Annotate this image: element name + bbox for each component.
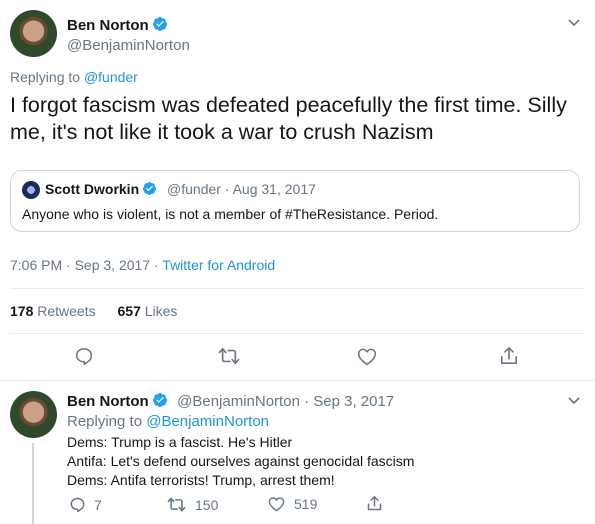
reply-text-line: Dems: Trump is a fascist. He's Hitler: [67, 434, 293, 450]
retweets-stat[interactable]: 178 Retweets: [10, 303, 100, 319]
retweet-icon: [167, 497, 186, 512]
likes-stat[interactable]: 657 Likes: [118, 303, 178, 319]
divider: [10, 288, 585, 289]
reply-author-name[interactable]: Ben Norton: [67, 393, 149, 410]
reply-like-button[interactable]: 519: [268, 496, 317, 512]
replying-to-link[interactable]: @BenjaminNorton: [146, 413, 269, 430]
reply-retweet-button[interactable]: 150: [167, 496, 218, 513]
verified-badge-icon: [143, 181, 157, 196]
tweet-stats: 178 Retweets 657 Likes: [10, 303, 177, 319]
like-heart-icon[interactable]: [357, 347, 377, 366]
reply-reply-button[interactable]: 7: [69, 496, 102, 513]
source-separator: ·: [153, 257, 159, 273]
quoted-meta: @funder · Aug 31, 2017: [167, 181, 316, 197]
replying-to: Replying to @funder: [10, 69, 138, 85]
share-icon[interactable]: [500, 346, 518, 366]
quoted-author-name: Scott Dworkin: [45, 181, 140, 197]
tweet-source[interactable]: Twitter for Android: [162, 257, 275, 273]
likes-count: 657: [117, 303, 141, 319]
tweet-text: I forgot fascism was defeated peacefully…: [10, 92, 567, 146]
reply-meta: @BenjaminNorton · Sep 3, 2017: [177, 393, 395, 410]
quoted-text: Anyone who is violent, is not a member o…: [22, 206, 439, 222]
quoted-header: Scott Dworkin @funder · Aug 31, 2017: [45, 181, 316, 197]
timestamp-line: 7:06 PM · Sep 3, 2017 · Twitter for Andr…: [10, 257, 275, 273]
verified-badge-icon: [152, 17, 167, 31]
reply-icon[interactable]: [74, 346, 94, 366]
replying-to-link[interactable]: @funder: [84, 69, 138, 85]
retweet-count: 150: [195, 496, 219, 513]
author-handle[interactable]: @BenjaminNorton: [67, 37, 190, 54]
like-count: 519: [294, 496, 318, 512]
divider: [10, 333, 585, 334]
reply-header: Ben Norton @BenjaminNorton · Sep 3, 2017: [67, 392, 394, 411]
reply-text-line: Dems: Antifa terrorists! Trump, arrest t…: [67, 472, 335, 488]
share-icon[interactable]: [367, 495, 382, 512]
reply-count: 7: [94, 496, 102, 513]
reply-thread-line: [32, 443, 34, 524]
chevron-down-icon[interactable]: [567, 393, 581, 407]
retweets-count: 178: [10, 303, 34, 319]
replying-prefix: Replying to: [10, 69, 81, 85]
like-heart-icon: [268, 497, 285, 512]
reply-text: Dems: Trump is a fascist. He's Hitler An…: [67, 433, 414, 490]
reply-text-line: Antifa: Let's defend ourselves against g…: [67, 453, 415, 469]
tweet-text-line: me, it's not like it took a war to crush…: [10, 120, 434, 144]
tweet-timestamp[interactable]: 7:06 PM · Sep 3, 2017: [10, 257, 150, 273]
retweets-label: Retweets: [37, 303, 96, 319]
reply-icon: [70, 497, 85, 513]
quoted-avatar: [22, 181, 40, 199]
author-block: Ben Norton: [67, 16, 168, 35]
avatar[interactable]: [10, 10, 57, 57]
verified-badge-icon: [152, 393, 167, 407]
quoted-tweet-card[interactable]: Scott Dworkin @funder · Aug 31, 2017 Any…: [10, 170, 580, 232]
reply-replying-to: Replying to @BenjaminNorton: [67, 413, 269, 430]
chevron-down-icon[interactable]: [567, 15, 581, 29]
reply-avatar[interactable]: [10, 391, 57, 438]
author-name[interactable]: Ben Norton: [67, 17, 149, 34]
divider: [0, 380, 595, 381]
tweet-text-line: I forgot fascism was defeated peacefully…: [10, 93, 567, 117]
retweet-icon[interactable]: [218, 346, 240, 366]
replying-prefix: Replying to: [67, 413, 143, 430]
likes-label: Likes: [144, 303, 178, 319]
